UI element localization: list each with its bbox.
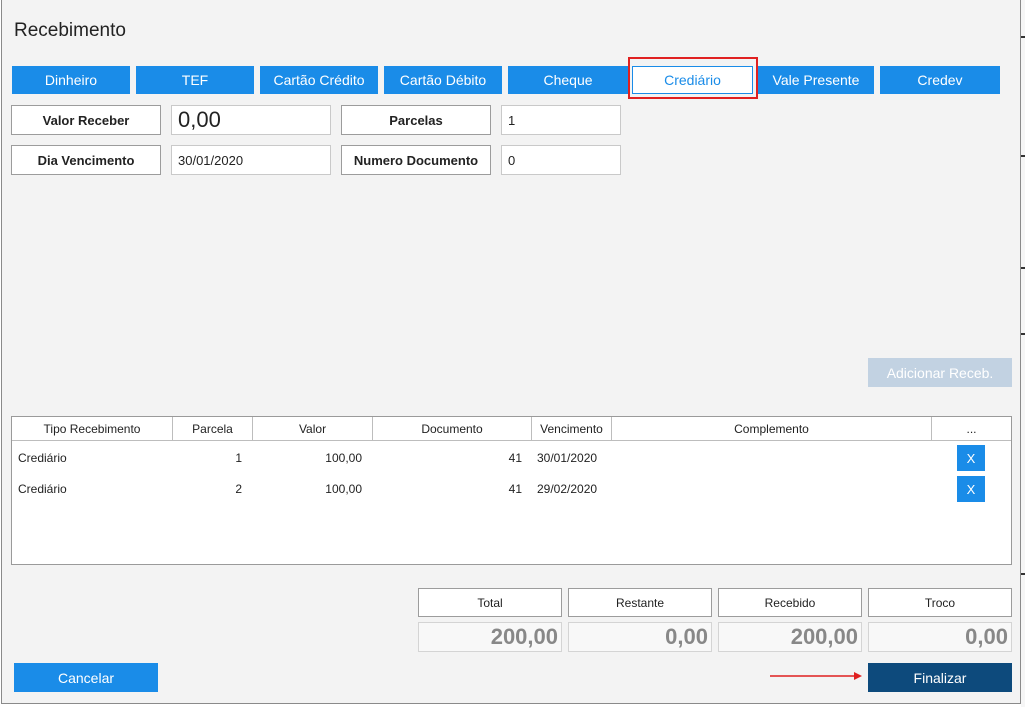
cell-documento: 41	[508, 451, 522, 465]
grid-header: Tipo Recebimento Parcela Valor Documento…	[12, 417, 1011, 441]
valor-receber-input[interactable]: 0,00	[171, 105, 331, 135]
dialog-title: Recebimento	[14, 20, 126, 41]
cell-complemento	[617, 474, 927, 504]
cell-parcela: 2	[235, 482, 242, 496]
tab-cartao-debito[interactable]: Cartão Débito	[384, 66, 502, 94]
tab-credev[interactable]: Credev	[880, 66, 1000, 94]
parcelas-input[interactable]: 1	[501, 105, 621, 135]
tab-vale-presente[interactable]: Vale Presente	[758, 66, 874, 94]
cell-tipo: Crediário	[18, 451, 67, 465]
valor-receber-label: Valor Receber	[11, 105, 161, 135]
cell-vencimento: 29/02/2020	[537, 482, 598, 496]
cell-vencimento: 30/01/2020	[537, 451, 598, 465]
recebido-value: 200,00	[718, 622, 862, 652]
table-row[interactable]: Crediário 1 100,00 41 30/01/2020 X	[12, 443, 1011, 473]
tab-tef[interactable]: TEF	[136, 66, 254, 94]
tab-dinheiro[interactable]: Dinheiro	[12, 66, 130, 94]
troco-value: 0,00	[868, 622, 1012, 652]
tab-cheque[interactable]: Cheque	[508, 66, 628, 94]
col-complemento[interactable]: Complemento	[612, 417, 932, 440]
delete-row-button[interactable]: X	[957, 445, 985, 471]
col-tipo-recebimento[interactable]: Tipo Recebimento	[12, 417, 173, 440]
dia-vencimento-label: Dia Vencimento	[11, 145, 161, 175]
col-vencimento[interactable]: Vencimento	[532, 417, 612, 440]
col-valor[interactable]: Valor	[253, 417, 373, 440]
arrow-icon	[770, 672, 862, 680]
cancel-button[interactable]: Cancelar	[14, 663, 158, 692]
finish-button[interactable]: Finalizar	[868, 663, 1012, 692]
col-documento[interactable]: Documento	[373, 417, 532, 440]
cell-valor: 100,00	[325, 482, 362, 496]
troco-label: Troco	[868, 588, 1012, 617]
recebido-label: Recebido	[718, 588, 862, 617]
total-label: Total	[418, 588, 562, 617]
restante-label: Restante	[568, 588, 712, 617]
restante-value: 0,00	[568, 622, 712, 652]
total-value: 200,00	[418, 622, 562, 652]
col-actions[interactable]: ...	[932, 417, 1011, 440]
numero-documento-input[interactable]: 0	[501, 145, 621, 175]
parcelas-label: Parcelas	[341, 105, 491, 135]
cell-parcela: 1	[235, 451, 242, 465]
cell-documento: 41	[508, 482, 522, 496]
payment-type-tabs: Dinheiro TEF Cartão Crédito Cartão Débit…	[12, 66, 1000, 94]
active-tab-highlight	[628, 57, 758, 99]
cell-complemento	[617, 443, 927, 473]
tab-cartao-credito[interactable]: Cartão Crédito	[260, 66, 378, 94]
background-window-strip	[1021, 0, 1025, 707]
table-row[interactable]: Crediário 2 100,00 41 29/02/2020 X	[12, 474, 1011, 504]
dia-vencimento-input[interactable]: 30/01/2020	[171, 145, 331, 175]
numero-documento-label: Numero Documento	[341, 145, 491, 175]
cell-valor: 100,00	[325, 451, 362, 465]
cell-tipo: Crediário	[18, 482, 67, 496]
delete-row-button[interactable]: X	[957, 476, 985, 502]
recebimentos-grid: Tipo Recebimento Parcela Valor Documento…	[11, 416, 1012, 565]
col-parcela[interactable]: Parcela	[173, 417, 253, 440]
adicionar-receb-button[interactable]: Adicionar Receb.	[868, 358, 1012, 387]
